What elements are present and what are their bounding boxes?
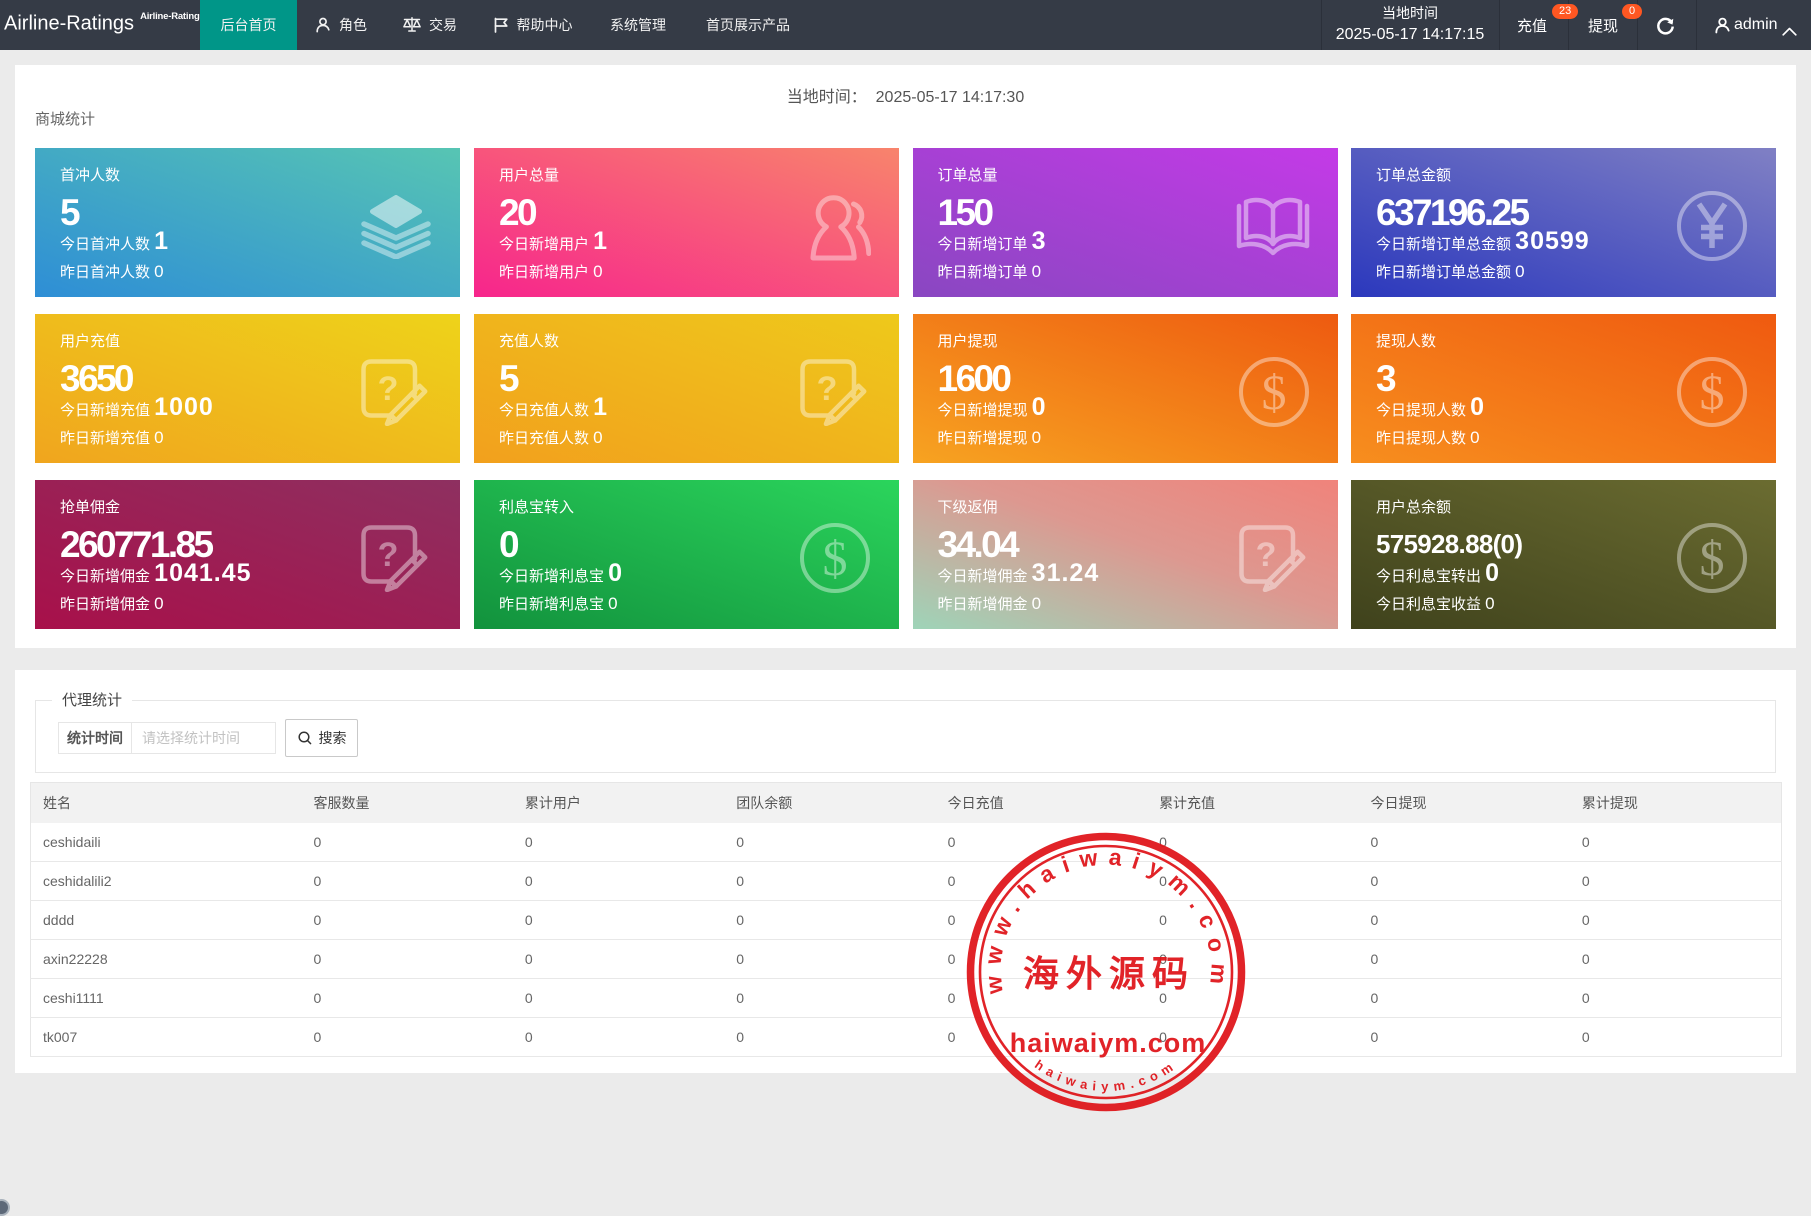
svg-text:海外源码: 海外源码 [1023, 953, 1195, 994]
svg-text:?: ? [817, 370, 838, 408]
svg-text:$: $ [1700, 530, 1725, 586]
svg-text:?: ? [378, 370, 399, 408]
svg-text:?: ? [378, 536, 399, 574]
svg-text:$: $ [1261, 364, 1286, 420]
svg-text:$: $ [823, 530, 848, 586]
svg-text:haiwaiym.com: haiwaiym.com [1032, 1057, 1180, 1094]
svg-text:?: ? [1255, 536, 1276, 574]
svg-text:$: $ [1700, 364, 1725, 420]
svg-text:haiwaiym.com: haiwaiym.com [1010, 1028, 1207, 1058]
